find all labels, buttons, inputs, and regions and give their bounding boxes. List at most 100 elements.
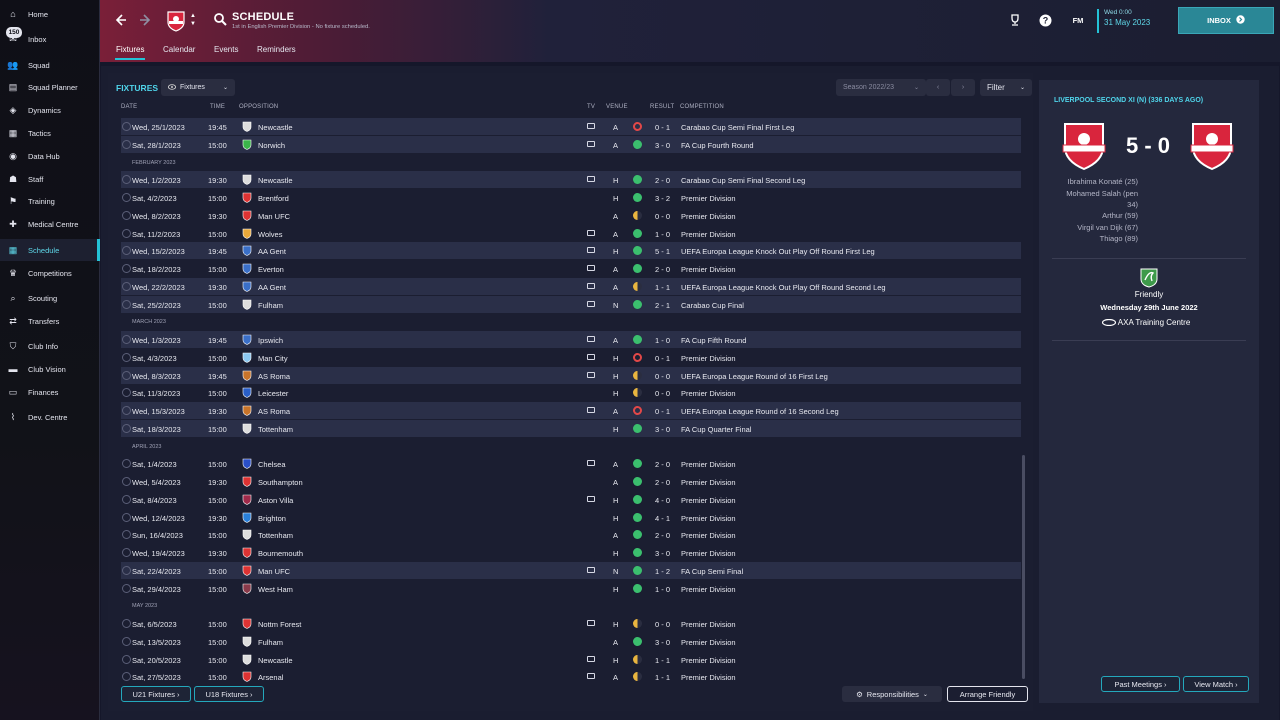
tab-calendar[interactable]: Calendar (163, 45, 195, 54)
opponent-name[interactable]: Norwich (258, 141, 285, 150)
fixture-row[interactable]: Sat, 18/3/2023 15:00 Tottenham H 3 - 0 FA Cup… (121, 419, 1021, 437)
result-score[interactable]: 0 - 1 (655, 407, 670, 416)
opponent-name[interactable]: West Ham (258, 585, 293, 594)
opponent-name[interactable]: Fulham (258, 638, 283, 647)
result-score[interactable]: 1 - 0 (655, 585, 670, 594)
fixture-row[interactable]: Wed, 22/2/2023 19:30 AA Gent A 1 - 1 UEFA Eur… (121, 277, 1021, 295)
opponent-name[interactable]: Ipswich (258, 336, 283, 345)
col-venue[interactable]: VENUE (606, 104, 628, 110)
result-score[interactable]: 3 - 2 (655, 194, 670, 203)
fixture-row[interactable]: Sat, 11/2/2023 15:00 Wolves A 1 - 0 Premier D… (121, 225, 1021, 242)
row-select-radio[interactable] (122, 406, 131, 415)
row-select-radio[interactable] (122, 193, 131, 202)
trophy-icon[interactable] (1008, 13, 1022, 27)
row-select-radio[interactable] (122, 264, 131, 273)
row-select-radio[interactable] (122, 512, 131, 522)
col-result[interactable]: RESULT (650, 104, 674, 110)
fixture-row[interactable]: Wed, 5/4/2023 19:30 Southampton A 2 - 0 Premi… (121, 473, 1021, 490)
prev-season-button[interactable]: ‹ (926, 79, 950, 96)
row-select-radio[interactable] (122, 423, 131, 433)
result-score[interactable]: 2 - 0 (655, 478, 670, 487)
fixture-row[interactable]: Wed, 15/2/2023 19:45 AA Gent H 5 - 1 UEFA Eur… (121, 242, 1021, 260)
competition-name[interactable]: Premier Division (681, 620, 736, 629)
opponent-name[interactable]: AA Gent (258, 247, 286, 256)
row-select-radio[interactable] (122, 583, 131, 593)
result-score[interactable]: 0 - 0 (655, 212, 670, 221)
opponent-name[interactable]: Fulham (258, 301, 283, 310)
competition-name[interactable]: Premier Division (681, 212, 736, 221)
result-score[interactable]: 1 - 1 (655, 656, 670, 665)
result-score[interactable]: 0 - 1 (655, 354, 670, 363)
competition-name[interactable]: Premier Division (681, 194, 736, 203)
competition-name[interactable]: Premier Division (681, 460, 736, 469)
col-tv[interactable]: TV (587, 104, 595, 110)
sidebar-item-medical-centre[interactable]: ✚ Medical Centre (0, 213, 100, 235)
sidebar-item-transfers[interactable]: ⇄ Transfers (0, 310, 100, 332)
competition-name[interactable]: Premier Division (681, 531, 736, 540)
row-select-radio[interactable] (122, 619, 131, 628)
row-select-radio[interactable] (122, 210, 131, 220)
competition-name[interactable]: FA Cup Fifth Round (681, 336, 746, 345)
fixture-row[interactable]: Wed, 8/2/2023 19:30 Man UFC A 0 - 0 Premier D… (121, 207, 1021, 224)
result-score[interactable]: 0 - 1 (655, 123, 670, 132)
opponent-name[interactable]: Everton (258, 265, 284, 274)
opponent-name[interactable]: Bournemouth (258, 549, 303, 558)
col-competition[interactable]: COMPETITION (680, 104, 724, 110)
opponent-name[interactable]: Brentford (258, 194, 289, 203)
competition-name[interactable]: Premier Division (681, 265, 736, 274)
opponent-name[interactable]: Newcastle (258, 123, 293, 132)
row-select-radio[interactable] (122, 139, 131, 149)
opponent-name[interactable]: Man City (258, 354, 288, 363)
result-score[interactable]: 4 - 0 (655, 496, 670, 505)
competition-name[interactable]: Premier Division (681, 585, 736, 594)
opponent-name[interactable]: Tottenham (258, 531, 293, 540)
competition-name[interactable]: FA Cup Semi Final (681, 567, 743, 576)
sidebar-item-finances[interactable]: ▭ Finances (0, 381, 100, 403)
fixture-row[interactable]: Wed, 12/4/2023 19:30 Brighton H 4 - 1 Premier… (121, 509, 1021, 526)
fm-menu-icon[interactable]: FM (1067, 13, 1089, 27)
sidebar-item-staff[interactable]: ☗ Staff (0, 168, 100, 190)
opponent-name[interactable]: Nottm Forest (258, 620, 301, 629)
row-select-radio[interactable] (122, 548, 131, 557)
result-score[interactable]: 2 - 0 (655, 531, 670, 540)
row-select-radio[interactable] (122, 122, 131, 131)
opponent-name[interactable]: Southampton (258, 478, 303, 487)
fixture-row[interactable]: Sat, 1/4/2023 15:00 Chelsea A 2 - 0 Premier D… (121, 455, 1021, 472)
row-select-radio[interactable] (122, 299, 131, 309)
result-score[interactable]: 2 - 0 (655, 265, 670, 274)
u18-fixtures-button[interactable]: U18 Fixtures › (194, 686, 264, 702)
sidebar-item-training[interactable]: ⚑ Training (0, 190, 100, 212)
opponent-name[interactable]: Wolves (258, 230, 282, 239)
row-select-radio[interactable] (122, 370, 131, 380)
competition-name[interactable]: UEFA Europa League Knock Out Play Off Ro… (681, 247, 875, 256)
competition-name[interactable]: Premier Division (681, 638, 736, 647)
sidebar-item-dynamics[interactable]: ◈ Dynamics (0, 99, 100, 121)
row-select-radio[interactable] (122, 246, 131, 256)
fixture-row[interactable]: Wed, 1/2/2023 19:30 Newcastle H 2 - 0 Carabao… (121, 171, 1021, 189)
season-dropdown[interactable]: Season 2022/23 ⌄ (836, 79, 926, 96)
row-select-radio[interactable] (122, 494, 131, 504)
forward-arrow-icon[interactable] (138, 12, 154, 28)
competition-name[interactable]: Carabao Cup Final (681, 301, 744, 310)
filter-dropdown[interactable]: Filter ⌄ (980, 79, 1032, 96)
u21-fixtures-button[interactable]: U21 Fixtures › (121, 686, 191, 702)
result-score[interactable]: 4 - 1 (655, 514, 670, 523)
result-score[interactable]: 0 - 0 (655, 372, 670, 381)
competition-name[interactable]: Premier Division (681, 549, 736, 558)
sidebar-item-inbox[interactable]: ✉ Inbox 150 (0, 27, 100, 50)
arrange-friendly-button[interactable]: Arrange Friendly (947, 686, 1028, 702)
opponent-name[interactable]: Chelsea (258, 460, 286, 469)
result-score[interactable]: 0 - 0 (655, 620, 670, 629)
sidebar-item-club-vision[interactable]: ▬ Club Vision (0, 358, 100, 380)
competition-name[interactable]: FA Cup Fourth Round (681, 141, 754, 150)
fixture-row[interactable]: Sat, 27/5/2023 15:00 Arsenal A 1 - 1 Premier … (121, 668, 1021, 685)
fixture-row[interactable]: Sat, 11/3/2023 15:00 Leicester H 0 - 0 Premie… (121, 384, 1021, 401)
result-score[interactable]: 1 - 1 (655, 283, 670, 292)
opponent-name[interactable]: Newcastle (258, 176, 293, 185)
row-select-radio[interactable] (122, 175, 131, 185)
fixture-row[interactable]: Sat, 13/5/2023 15:00 Fulham A 3 - 0 Premier D… (121, 633, 1021, 650)
result-score[interactable]: 3 - 0 (655, 425, 670, 434)
tab-reminders[interactable]: Reminders (257, 45, 296, 54)
row-select-radio[interactable] (122, 281, 131, 291)
fixture-row[interactable]: Sat, 28/1/2023 15:00 Norwich A 3 - 0 FA Cup F… (121, 135, 1021, 153)
